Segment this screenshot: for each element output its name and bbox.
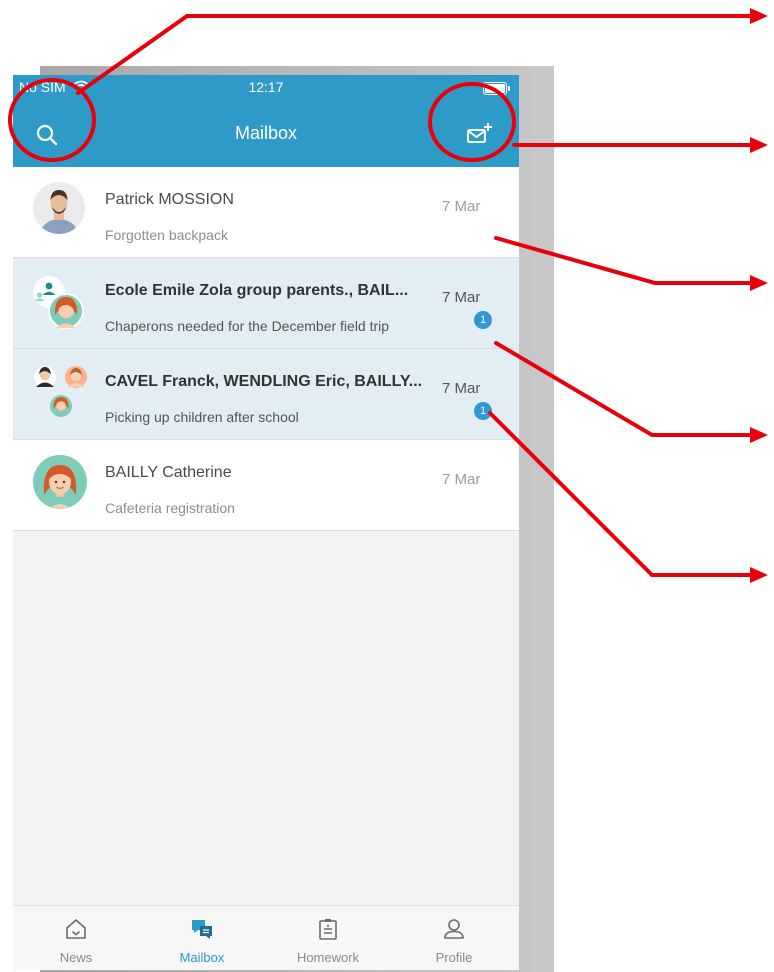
arrowhead-icon (750, 8, 768, 24)
annotation-overlay (8, 8, 768, 583)
annotation-line-badge (488, 411, 754, 577)
annotation-circle-compose (428, 82, 516, 162)
annotation-line-read (494, 236, 754, 285)
annotation-line-search (76, 14, 754, 95)
annotation-line-unread (494, 341, 754, 437)
arrowhead-icon (750, 275, 768, 291)
arrowhead-icon (750, 567, 768, 583)
arrowhead-icon (750, 137, 768, 153)
arrowhead-icon (750, 427, 768, 443)
